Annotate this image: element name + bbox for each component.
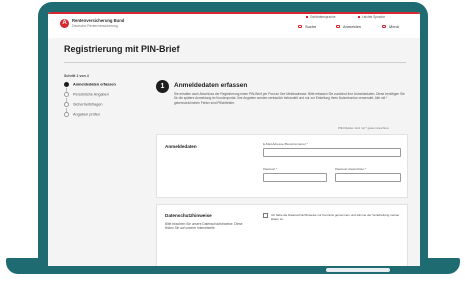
step-label: Anmeldedaten erfassen xyxy=(73,82,116,87)
nav-login[interactable]: Anmelden xyxy=(336,24,361,29)
section-title: Anmeldedaten erfassen xyxy=(174,82,248,89)
nav-menu-label: Menü xyxy=(389,24,400,29)
privacy-card-text: Bitte beachten Sie unsere Datenschutzhin… xyxy=(165,222,243,231)
step-dot-icon xyxy=(64,102,69,107)
privacy-consent-label[interactable]: Ich habe die Datenschutzhinweise zur Ken… xyxy=(271,213,401,221)
password-field[interactable] xyxy=(263,173,327,182)
step-counter: Schritt 1 von 4 xyxy=(64,74,89,78)
section-description: Sie erhalten nach Abschluss der Registri… xyxy=(174,92,405,105)
step-active-dot-icon xyxy=(64,82,69,87)
mandatory-fields-note: Pflichtfelder sind mit * gekennzeichnet xyxy=(338,126,389,130)
login-card-heading: Anmeldedaten xyxy=(165,144,197,149)
section-number-badge: 1 xyxy=(156,80,169,93)
email-label: E-Mail-Adresse (Benutzername) * xyxy=(263,142,308,146)
laptop-screen: A Rentenversicherung Bund Deutsche Rente… xyxy=(48,12,420,266)
menu-icon xyxy=(382,25,386,29)
logo-name[interactable]: Rentenversicherung Bund xyxy=(72,18,124,23)
header-accent-bar xyxy=(48,12,420,14)
privacy-card-heading: Datenschutzhinweise xyxy=(165,213,212,218)
nav-search-label: Suche xyxy=(305,24,317,29)
step-label: Persönliche Angaben xyxy=(73,92,109,97)
privacy-card: Datenschutzhinweise Bitte beachten Sie u… xyxy=(156,204,408,266)
step-item-security-questions[interactable]: Sicherheitsfragen xyxy=(64,102,103,107)
search-icon xyxy=(298,25,302,29)
sign-language-link[interactable]: Gebärdensprache xyxy=(306,15,336,19)
laptop-trackpad-notch xyxy=(326,268,390,272)
step-dot-icon xyxy=(64,92,69,97)
easy-language-link[interactable]: Leichte Sprache xyxy=(358,15,385,19)
password-repeat-label: Passwort wiederholen * xyxy=(335,167,367,171)
step-label: Sicherheitsfragen xyxy=(73,102,103,107)
eagle-logo-icon[interactable]: A xyxy=(60,19,69,28)
step-item-personal-data[interactable]: Persönliche Angaben xyxy=(64,92,109,97)
step-item-review[interactable]: Angaben prüfen xyxy=(64,112,100,117)
login-icon xyxy=(336,25,340,29)
page-title: Registrierung mit PIN-Brief xyxy=(64,44,180,54)
step-dot-icon xyxy=(64,112,69,117)
nav-login-label: Anmelden xyxy=(343,24,362,29)
nav-menu[interactable]: Menü xyxy=(382,24,399,29)
email-field[interactable] xyxy=(263,148,401,157)
title-divider xyxy=(64,62,406,63)
nav-search[interactable]: Suche xyxy=(298,24,316,29)
step-item-login-data[interactable]: Anmeldedaten erfassen xyxy=(64,82,116,87)
login-data-card: Anmeldedaten E-Mail-Adresse (Benutzernam… xyxy=(156,134,408,198)
site-header: A Rentenversicherung Bund Deutsche Rente… xyxy=(48,12,420,38)
logo-subtitle: Deutsche Rentenversicherung xyxy=(72,24,118,28)
password-label: Passwort * xyxy=(263,167,278,171)
step-label: Angaben prüfen xyxy=(73,112,101,117)
privacy-consent-checkbox[interactable] xyxy=(263,213,268,218)
password-repeat-field[interactable] xyxy=(335,173,401,182)
